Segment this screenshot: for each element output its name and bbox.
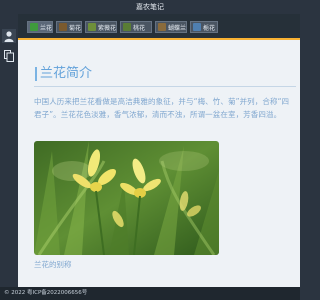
orchid-icon	[30, 23, 38, 31]
article-body: 中国人历来把兰花看做是高洁典雅的象征，并与“梅、竹、菊”并列，合称“四君子”。兰…	[34, 97, 290, 119]
documents-button[interactable]	[2, 49, 16, 63]
tab-gardenia[interactable]: 栀花	[190, 21, 218, 33]
user-icon	[4, 30, 14, 42]
image-caption: 兰花的别称	[34, 260, 72, 269]
peach-blossom-icon	[123, 23, 131, 31]
tab-peach-blossom[interactable]: 桃花	[120, 21, 152, 33]
divider	[34, 86, 296, 87]
page-title: 兰花简介	[40, 66, 93, 81]
moth-orchid-icon	[158, 23, 166, 31]
tab-orchid[interactable]: 兰花	[27, 21, 53, 33]
tab-bar: 兰花 菊花 紫薇花 桃花 蝴蝶兰 栀花	[18, 14, 300, 38]
tab-label: 兰花	[40, 24, 52, 32]
documents-icon	[4, 50, 14, 62]
chrysanthemum-icon	[59, 23, 67, 31]
tab-label: 栀花	[203, 24, 216, 32]
article-panel: 兰花简介 中国人历来把兰花看做是高洁典雅的象征，并与“梅、竹、菊”并列，合称“四…	[18, 38, 300, 287]
tab-label: 紫薇花	[98, 24, 116, 32]
tab-label: 蝴蝶兰	[168, 24, 186, 32]
gardenia-icon	[193, 23, 201, 31]
crape-myrtle-icon	[88, 23, 96, 31]
tab-chrysanthemum[interactable]: 菊花	[56, 21, 82, 33]
title-accent	[35, 67, 37, 81]
tab-moth-orchid[interactable]: 蝴蝶兰	[155, 21, 187, 33]
tab-label: 桃花	[133, 24, 146, 32]
tab-crape-myrtle[interactable]: 紫薇花	[85, 21, 117, 33]
sidebar	[0, 14, 18, 287]
window-title: 嘉农笔记	[0, 0, 300, 14]
orchid-photo	[34, 141, 219, 255]
tab-label: 菊花	[69, 24, 81, 32]
status-bar: © 2022 粤ICP备2022006656号	[0, 287, 300, 300]
user-button[interactable]	[2, 29, 16, 43]
